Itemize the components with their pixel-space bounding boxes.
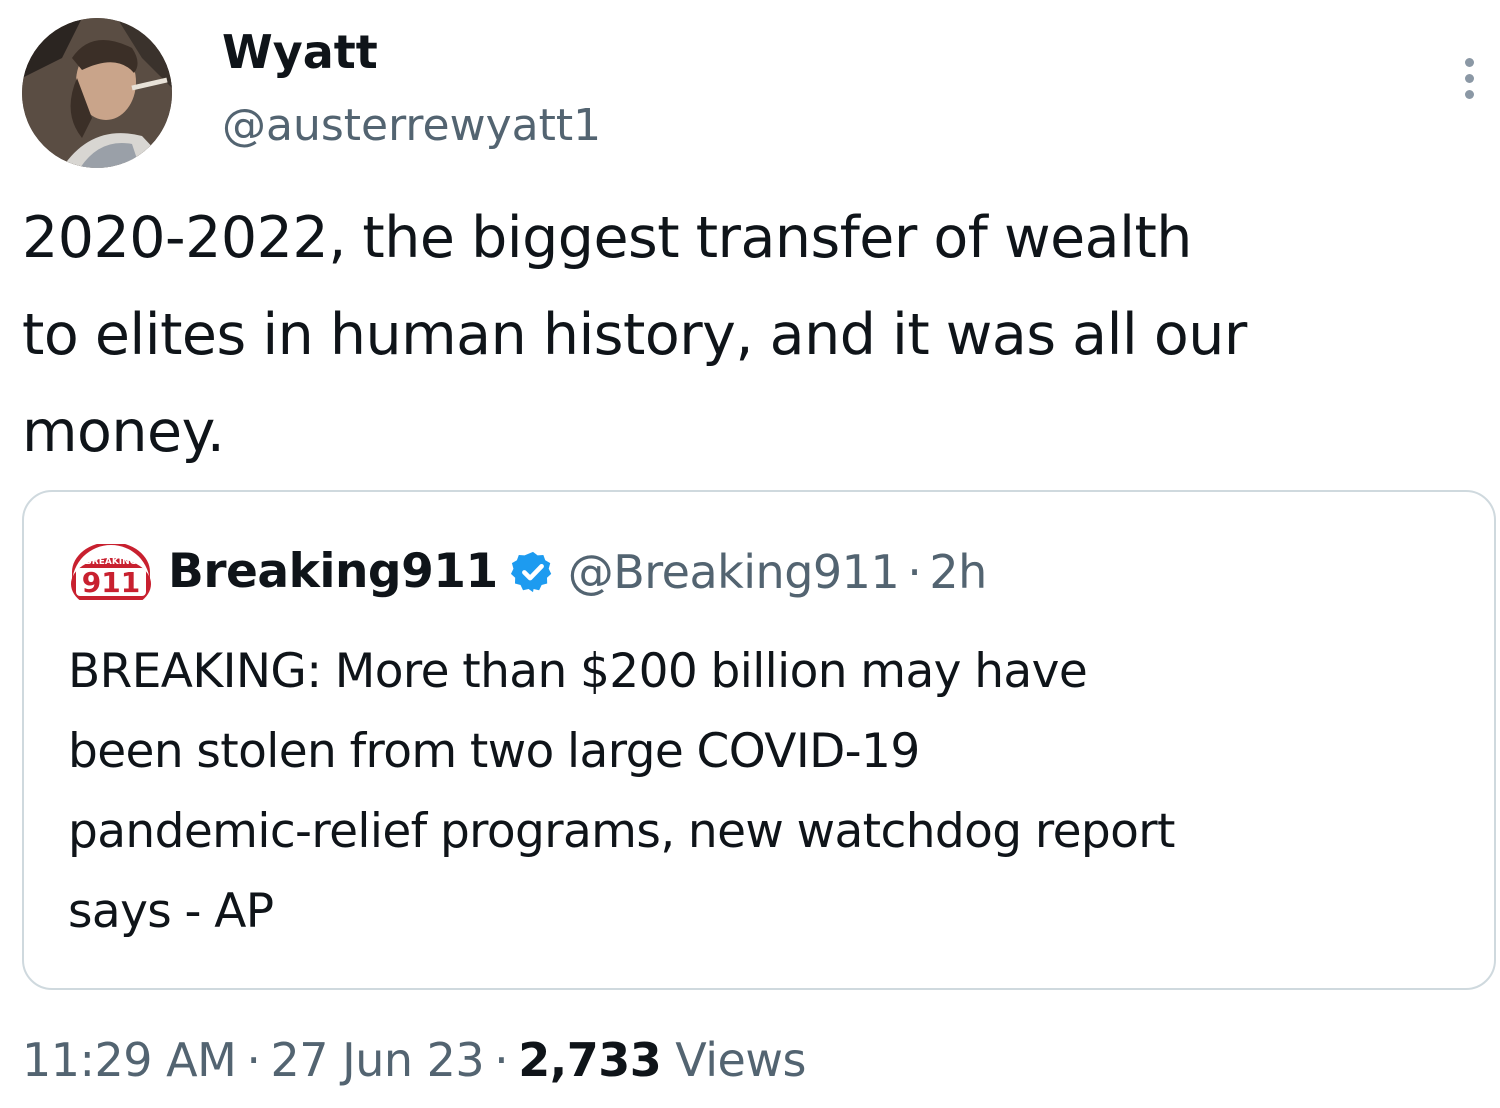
- views-label: Views: [675, 1033, 806, 1087]
- logo-number-text: 911: [82, 566, 140, 599]
- tweet: Wyatt @austerrewyatt1 2020-2022, the big…: [0, 0, 1500, 1108]
- breaking-911-logo-icon[interactable]: BREAKING 911: [68, 544, 154, 600]
- meta-separator: ·: [494, 1033, 509, 1087]
- quoted-handle[interactable]: @Breaking911: [568, 542, 900, 602]
- quoted-display-name[interactable]: Breaking911: [168, 542, 498, 602]
- author-display-name[interactable]: Wyatt: [222, 22, 378, 82]
- author-avatar[interactable]: [22, 18, 172, 168]
- verified-badge-icon: [510, 549, 556, 595]
- tweet-date[interactable]: 27 Jun 23: [270, 1028, 484, 1092]
- ellipsis-dot: [1465, 74, 1474, 83]
- views-count[interactable]: 2,733: [518, 1028, 662, 1092]
- vertical-ellipsis-icon: [1465, 58, 1474, 67]
- profile-photo-icon: [22, 18, 172, 168]
- author-handle[interactable]: @austerrewyatt1: [222, 98, 601, 154]
- breaking-911-logo: BREAKING 911: [71, 544, 151, 600]
- tweet-meta: 11:29 AM · 27 Jun 23 · 2,733 Views: [22, 1028, 806, 1092]
- quoted-tweet-card[interactable]: BREAKING 911 Breaking911 @Breaking911 · …: [22, 490, 1496, 990]
- verified-badge-shape: [510, 551, 551, 593]
- more-options-button[interactable]: [1452, 52, 1486, 106]
- quoted-tweet-text: BREAKING: More than $200 billion may hav…: [68, 644, 1175, 939]
- quoted-tweet-header: BREAKING 911 Breaking911 @Breaking911 · …: [68, 542, 987, 602]
- ellipsis-dot: [1465, 90, 1474, 99]
- quoted-separator: ·: [907, 545, 922, 599]
- meta-separator: ·: [246, 1033, 261, 1087]
- quoted-time-ago[interactable]: 2h: [929, 542, 987, 602]
- tweet-time[interactable]: 11:29 AM: [22, 1028, 237, 1092]
- tweet-text: 2020-2022, the biggest transfer of wealt…: [22, 205, 1247, 465]
